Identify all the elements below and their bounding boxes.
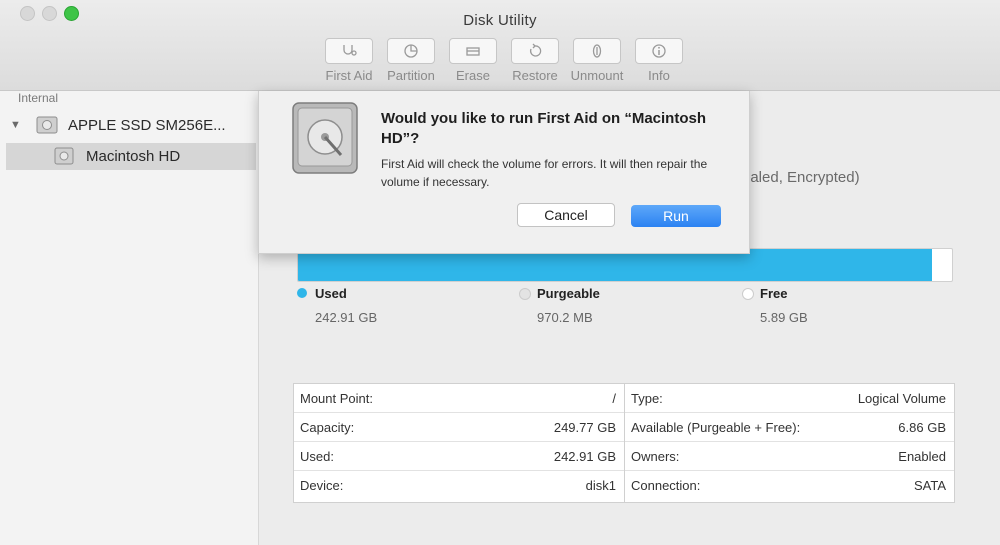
info-label: Info (648, 68, 670, 83)
info-value: 6.86 GB (898, 420, 946, 435)
info-row-type: Type: Logical Volume (625, 384, 954, 413)
info-tool[interactable]: Info (628, 38, 690, 84)
unmount-tool[interactable]: Unmount (566, 38, 628, 84)
erase-label: Erase (456, 68, 490, 83)
info-key: Available (Purgeable + Free): (631, 420, 801, 435)
info-row-connection: Connection: SATA (625, 471, 954, 499)
legend-purgeable-name: Purgeable (537, 286, 600, 301)
info-key: Connection: (631, 478, 701, 493)
restore-button[interactable] (511, 38, 559, 64)
dialog-question: Would you like to run First Aid on “Maci… (381, 110, 706, 147)
info-value: Enabled (898, 449, 946, 464)
erase-tool[interactable]: Erase (442, 38, 504, 84)
info-key: Device: (300, 478, 344, 493)
legend-used-value: 242.91 GB (315, 310, 378, 325)
dialog-description: First Aid will check the volume for erro… (381, 157, 708, 189)
disk-utility-window: Disk Utility First Aid Partition Erase R… (0, 0, 1000, 545)
sidebar-item-macintosh-hd[interactable]: Macintosh HD (6, 143, 256, 170)
volume-info-table: Mount Point: / Capacity: 249.77 GB Used:… (293, 383, 955, 503)
restore-icon (529, 43, 542, 57)
purgeable-dot-icon (519, 288, 531, 300)
sidebar-item-disk[interactable]: ▼ APPLE SSD SM256E... (0, 113, 258, 139)
sidebar: Internal ▼ APPLE SSD SM256E... Macintosh… (0, 91, 259, 545)
legend-free-name: Free (760, 286, 788, 301)
sidebar-section-internal: Internal (18, 91, 59, 105)
info-value: 249.77 GB (553, 420, 616, 435)
first-aid-tool[interactable]: First Aid (318, 38, 380, 84)
partition-tool[interactable]: Partition (380, 38, 442, 84)
stethoscope-icon (343, 45, 357, 56)
partition-label: Partition (387, 68, 435, 83)
titlebar: Disk Utility First Aid Partition Erase R… (0, 0, 1000, 91)
cancel-button[interactable]: Cancel (517, 203, 615, 227)
info-value: 242.91 GB (553, 449, 616, 464)
disclosure-triangle-icon[interactable]: ▼ (10, 119, 21, 131)
info-key: Used: (300, 449, 334, 464)
info-value: / (612, 391, 616, 406)
info-key: Capacity: (300, 420, 355, 435)
hard-drive-icon (292, 102, 358, 174)
legend-purgeable-value: 970.2 MB (537, 310, 593, 325)
used-dot-icon (297, 288, 307, 298)
unmount-label: Unmount (570, 68, 624, 83)
sidebar-volume-label: Macintosh HD (86, 148, 181, 165)
eject-icon (592, 44, 602, 58)
internal-disk-icon (36, 116, 58, 134)
volume-format-text: rnaled, Encrypted) (737, 169, 860, 186)
legend-used-name: Used (315, 286, 347, 301)
info-icon (652, 44, 666, 58)
free-dot-icon (742, 288, 754, 300)
partition-button[interactable] (387, 38, 435, 64)
toolbar: First Aid Partition Erase Restore Unmoun… (318, 38, 690, 84)
restore-tool[interactable]: Restore (504, 38, 566, 84)
info-value: disk1 (585, 478, 616, 493)
info-row-used: Used: 242.91 GB (294, 442, 624, 471)
unmount-button[interactable] (573, 38, 621, 64)
info-button[interactable] (635, 38, 683, 64)
erase-button[interactable] (449, 38, 497, 64)
volume-icon (54, 147, 74, 165)
pie-icon (404, 44, 418, 58)
info-key: Type: (631, 391, 663, 406)
info-key: Owners: (631, 449, 680, 464)
info-row-available: Available (Purgeable + Free): 6.86 GB (625, 413, 954, 442)
sidebar-disk-label: APPLE SSD SM256E... (68, 117, 226, 134)
info-row-capacity: Capacity: 249.77 GB (294, 413, 624, 442)
info-column-left: Mount Point: / Capacity: 249.77 GB Used:… (294, 384, 625, 502)
legend-free-value: 5.89 GB (760, 310, 808, 325)
restore-label: Restore (512, 68, 558, 83)
info-key: Mount Point: (300, 391, 373, 406)
info-row-owners: Owners: Enabled (625, 442, 954, 471)
info-value: Logical Volume (857, 391, 946, 406)
info-row-mount-point: Mount Point: / (294, 384, 624, 413)
erase-icon (466, 47, 480, 56)
window-title: Disk Utility (463, 12, 537, 29)
first-aid-dialog: Would you like to run First Aid on “Maci… (258, 91, 750, 254)
first-aid-button[interactable] (325, 38, 373, 64)
info-column-right: Type: Logical Volume Available (Purgeabl… (625, 384, 954, 502)
info-row-device: Device: disk1 (294, 471, 624, 499)
run-button[interactable]: Run (631, 205, 721, 227)
first-aid-label: First Aid (325, 68, 373, 83)
info-value: SATA (913, 478, 946, 493)
